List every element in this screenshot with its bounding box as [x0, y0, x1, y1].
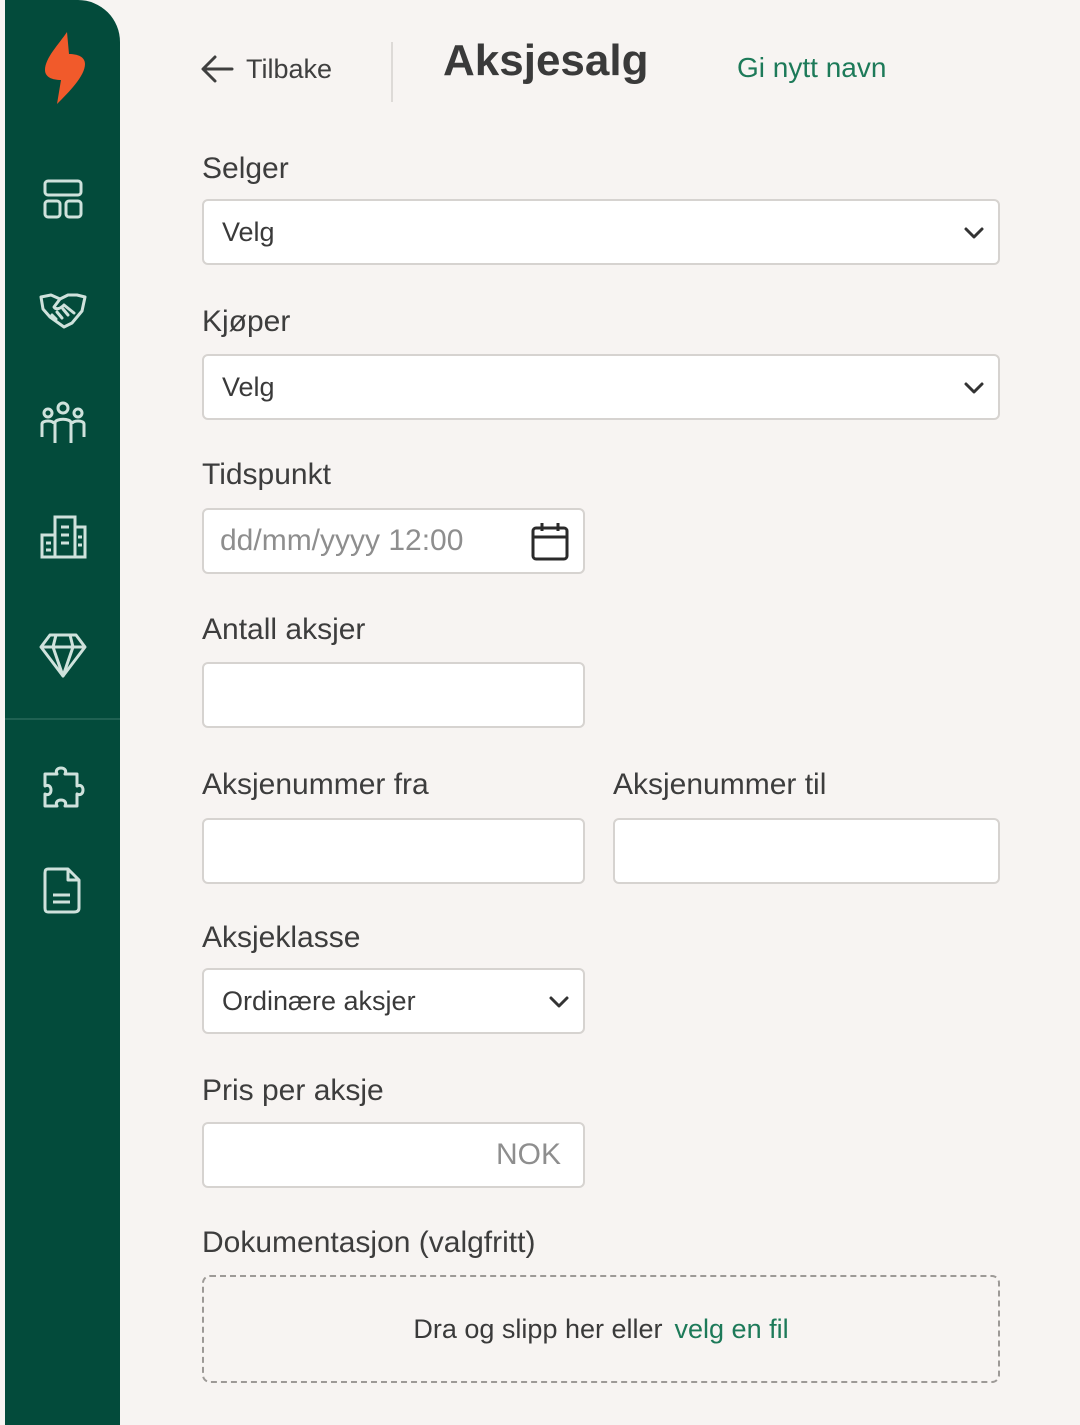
chevron-down-icon: [964, 382, 984, 394]
seller-select[interactable]: Velg: [202, 199, 1000, 265]
page-title: Aksjesalg: [443, 36, 649, 85]
choose-file-link[interactable]: velg en fil: [675, 1314, 789, 1345]
buyer-select-value: Velg: [222, 371, 275, 402]
handshake-icon[interactable]: [35, 281, 91, 337]
share-class-select[interactable]: Ordinære aksjer: [202, 968, 585, 1034]
people-icon[interactable]: [35, 395, 91, 451]
header-divider: [391, 42, 393, 102]
buyer-select[interactable]: Velg: [202, 354, 1000, 420]
price-field[interactable]: NOK: [202, 1122, 585, 1188]
time-placeholder: dd/mm/yyyy 12:00: [220, 524, 464, 557]
share-to-input[interactable]: [613, 818, 1000, 884]
sidebar-divider: [5, 718, 120, 720]
dropzone-text: Dra og slipp her eller: [413, 1313, 663, 1344]
page-header: Tilbake Aksjesalg Gi nytt navn: [120, 0, 1080, 140]
time-input[interactable]: dd/mm/yyyy 12:00: [202, 508, 585, 574]
seller-select-value: Velg: [222, 216, 275, 247]
back-label: Tilbake: [246, 53, 333, 84]
price-label: Pris per aksje: [202, 1074, 384, 1107]
share-class-value: Ordinære aksjer: [222, 985, 416, 1016]
diamond-icon[interactable]: [35, 627, 91, 683]
rename-link[interactable]: Gi nytt navn: [737, 52, 886, 84]
share-to-label: Aksjenummer til: [613, 768, 827, 801]
calendar-icon[interactable]: [529, 521, 571, 563]
currency-suffix: NOK: [495, 1138, 561, 1171]
puzzle-icon[interactable]: [35, 758, 91, 814]
chevron-down-icon: [549, 996, 569, 1008]
share-class-label: Aksjeklasse: [202, 921, 361, 954]
chevron-down-icon: [964, 227, 984, 239]
share-from-label: Aksjenummer fra: [202, 768, 429, 801]
document-icon[interactable]: [35, 862, 91, 918]
back-button[interactable]: Tilbake: [200, 45, 332, 93]
arrow-left-icon: [201, 55, 234, 83]
share-count-label: Antall aksjer: [202, 613, 366, 646]
time-label: Tidspunkt: [202, 458, 331, 491]
documentation-label: Dokumentasjon (valgfritt): [202, 1226, 536, 1259]
buyer-label: Kjøper: [202, 305, 291, 338]
seller-label: Selger: [202, 152, 289, 185]
share-from-input[interactable]: [202, 818, 585, 884]
dashboard-icon[interactable]: [35, 171, 91, 227]
sidebar: [5, 0, 120, 1425]
buildings-icon[interactable]: [35, 508, 91, 564]
logo[interactable]: [37, 30, 93, 106]
share-count-input[interactable]: [202, 662, 585, 728]
file-dropzone[interactable]: Dra og slipp her eller velg en fil: [202, 1275, 1000, 1383]
